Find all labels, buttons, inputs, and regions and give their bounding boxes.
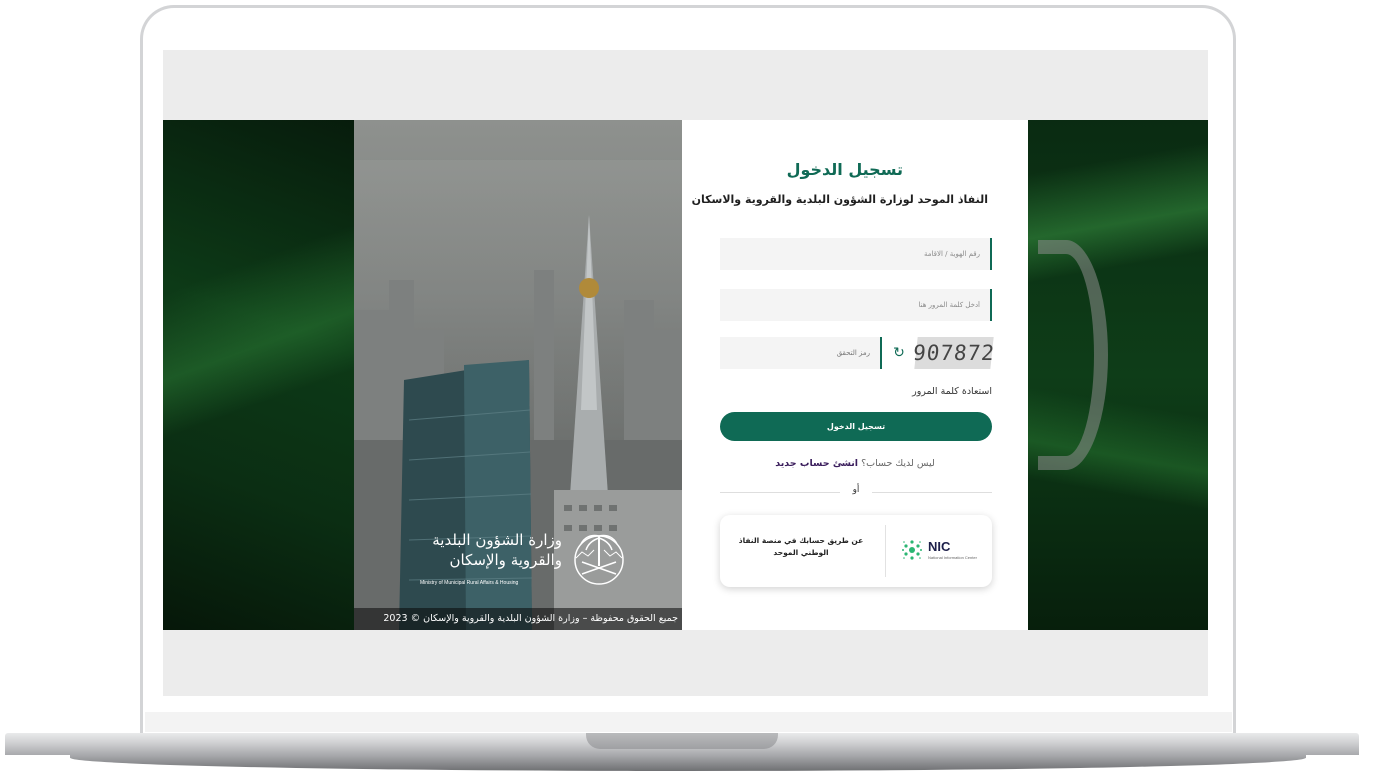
copyright-text: جميع الحقوق محفوظة – وزارة الشؤون البلدي…: [354, 608, 682, 630]
id-number-input[interactable]: [720, 238, 990, 270]
refresh-captcha-icon[interactable]: ↻: [890, 344, 908, 362]
laptop-notch: [586, 733, 778, 749]
login-subtitle: النفاذ الموحد لوزارة الشؤون البلدية والق…: [691, 193, 988, 206]
ministry-name-line2: والقروية والإسكان: [449, 551, 562, 569]
palm-swords-emblem-icon: [574, 534, 624, 585]
login-title: تسجيل الدخول: [786, 160, 903, 179]
forgot-password-link[interactable]: استعادة كلمة المرور: [912, 386, 992, 397]
no-account-text: ليس لديك حساب؟: [861, 458, 935, 469]
background-emblem: [1038, 240, 1108, 470]
or-divider: أو: [720, 485, 992, 499]
ministry-name-en: Ministry of Municipal Rural Affairs & Ho…: [420, 580, 519, 586]
screen-bezel-strip: [145, 712, 1232, 732]
ministry-name-ar: وزارة الشؤون البلدية والقروية والإسكان: [416, 530, 562, 570]
create-account-link[interactable]: انشئ حساب جديد: [775, 458, 858, 469]
background-right: [1028, 120, 1208, 630]
signup-line: ليس لديك حساب؟ انشئ حساب جديد: [682, 458, 1028, 469]
nafath-separator: [885, 525, 886, 577]
browser-screen: وزارة الشؤون البلدية والقروية والإسكان M…: [163, 50, 1208, 696]
login-button[interactable]: تسجيل الدخول: [720, 412, 992, 441]
nafath-text: عن طريق حسابك في منصة النفاذ الوطني المو…: [738, 536, 864, 557]
nic-subtitle: National Information Center: [928, 555, 977, 560]
divider-line-right: [872, 492, 992, 493]
captcha-image: 907872: [912, 337, 996, 369]
login-panel: تسجيل الدخول النفاذ الموحد لوزارة الشؤون…: [682, 120, 1028, 630]
nafath-login-button[interactable]: عن طريق حسابك في منصة النفاذ الوطني المو…: [720, 515, 992, 587]
divider-line-left: [720, 492, 840, 493]
nic-name: NIC: [928, 539, 951, 554]
nic-dots-icon: [902, 540, 922, 560]
nic-logo: NIC National Information Center: [900, 537, 988, 567]
captcha-row: 907872 ↻: [720, 337, 996, 369]
ministry-logo: وزارة الشؤون البلدية والقروية والإسكان M…: [416, 522, 676, 592]
captcha-field-wrapper: [720, 337, 882, 369]
login-page: وزارة الشؤون البلدية والقروية والإسكان M…: [163, 120, 1208, 630]
laptop-base-bottom: [70, 755, 1306, 771]
city-photo-panel: وزارة الشؤون البلدية والقروية والإسكان M…: [354, 120, 682, 630]
password-field-wrapper: [720, 289, 992, 321]
id-field-wrapper: [720, 238, 992, 270]
captcha-input[interactable]: [720, 337, 880, 369]
background-left: [163, 120, 354, 630]
or-text: أو: [852, 485, 860, 495]
password-input[interactable]: [720, 289, 990, 321]
ministry-name-line1: وزارة الشؤون البلدية: [432, 531, 562, 549]
